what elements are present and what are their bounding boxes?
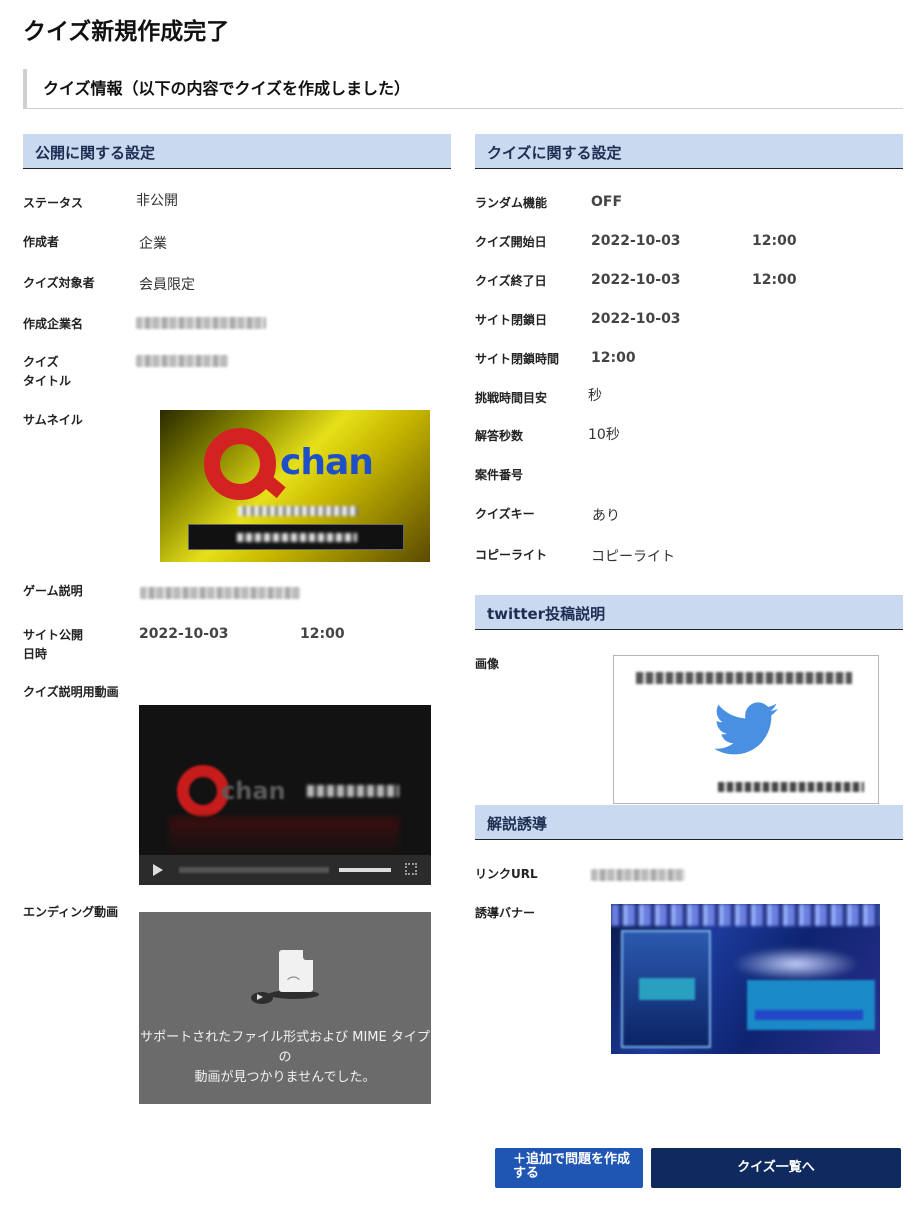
banner-app-panel — [621, 930, 711, 1048]
start-time: 12:00 — [752, 233, 797, 249]
quiz-list-button[interactable]: クイズ一覧へ — [651, 1148, 901, 1188]
random-value: OFF — [591, 194, 623, 210]
volume-slider[interactable] — [339, 868, 391, 872]
thumbnail-label: サムネイル — [23, 413, 83, 427]
ending-video-player[interactable]: ︵ サポートされたファイル形式および MIME タイプの 動画が見つかりませんで… — [139, 912, 431, 1104]
video-error-line1: サポートされたファイル形式および MIME タイプの — [140, 1030, 430, 1065]
creator-value: 企業 — [139, 236, 167, 252]
publish-label-line2: 日時 — [23, 647, 48, 661]
close-date-label: サイト閉鎖日 — [475, 313, 548, 327]
answer-seconds-value: 10秒 — [588, 427, 620, 443]
banner-glow — [721, 944, 871, 984]
quiz-title-value-redacted — [136, 355, 228, 367]
sad-face-icon: ︵ — [287, 968, 301, 983]
challenge-time-label: 挑戦時間目安 — [475, 391, 548, 405]
video-controls — [139, 855, 431, 885]
twitter-image-caption — [718, 782, 864, 792]
end-time: 12:00 — [752, 272, 797, 288]
quiz-key-label: クイズキー — [475, 507, 535, 521]
fullscreen-icon[interactable] — [405, 863, 417, 875]
twitter-bird-icon — [714, 702, 778, 755]
creator-label: 作成者 — [23, 235, 60, 249]
company-value-redacted — [136, 317, 266, 329]
start-label: クイズ開始日 — [475, 235, 547, 249]
start-date: 2022-10-03 — [591, 233, 681, 249]
section-header-twitter: twitter投稿説明 — [475, 595, 903, 630]
play-disc-icon — [251, 992, 273, 1004]
thumbnail-logo-text: chan — [280, 442, 374, 483]
banner-title-band — [611, 904, 880, 926]
video-title-text — [307, 785, 399, 797]
copyright-label: コピーライト — [475, 548, 548, 562]
guide-banner-image[interactable] — [611, 904, 880, 1054]
twitter-image-label: 画像 — [475, 657, 500, 671]
copyright-value: コピーライト — [591, 549, 675, 565]
page-title: クイズ新規作成完了 — [23, 19, 230, 45]
close-time-label: サイト閉鎖時間 — [475, 352, 560, 366]
video-error-message: サポートされたファイル形式および MIME タイプの 動画が見つかりませんでした… — [139, 1028, 431, 1088]
explain-video-label: クイズ説明用動画 — [23, 685, 119, 699]
ending-video-label: エンディング動画 — [23, 905, 119, 919]
video-seek-bar[interactable] — [179, 867, 329, 873]
status-value: 非公開 — [136, 193, 178, 209]
section-header-quiz: クイズに関する設定 — [475, 134, 903, 169]
explain-video-player[interactable]: chan — [139, 705, 431, 885]
thumbnail-image: chan — [160, 410, 430, 562]
company-label: 作成企業名 — [23, 317, 84, 331]
publish-label: サイト公開 日時 — [23, 626, 83, 664]
link-url-label: リンクURL — [475, 867, 538, 881]
twitter-share-image — [613, 655, 879, 804]
video-logo-text: chan — [221, 777, 286, 805]
close-time-value: 12:00 — [591, 350, 636, 366]
twitter-image-headline — [636, 672, 852, 684]
banner-label: 誘導バナー — [475, 906, 536, 920]
quiz-title-label: クイズ タイトル — [23, 353, 71, 391]
quiz-key-value: あり — [592, 508, 620, 524]
add-questions-button[interactable]: ＋追加で問題を作成する — [495, 1148, 643, 1188]
end-date: 2022-10-03 — [591, 272, 681, 288]
close-date-value: 2022-10-03 — [591, 311, 681, 327]
audience-label: クイズ対象者 — [23, 276, 95, 290]
audience-value: 会員限定 — [139, 277, 195, 293]
play-icon[interactable] — [153, 864, 163, 876]
game-desc-label: ゲーム説明 — [23, 584, 83, 598]
info-heading: クイズ情報（以下の内容でクイズを作成しました） — [43, 79, 411, 98]
quiz-title-label-line1: クイズ — [23, 355, 59, 369]
challenge-time-value: 秒 — [588, 388, 602, 404]
publish-time: 12:00 — [300, 626, 345, 642]
banner-cta — [747, 980, 875, 1030]
status-label: ステータス — [23, 196, 84, 210]
answer-seconds-label: 解答秒数 — [475, 429, 524, 443]
video-error-line2: 動画が見つかりませんでした。 — [194, 1070, 376, 1085]
section-header-guide: 解説誘導 — [475, 805, 903, 840]
case-number-label: 案件番号 — [475, 468, 524, 482]
end-label: クイズ終了日 — [475, 274, 547, 288]
link-url-value-redacted[interactable] — [591, 869, 685, 881]
quiz-title-label-line2: タイトル — [23, 374, 72, 388]
publish-label-line1: サイト公開 — [23, 628, 84, 642]
game-desc-value-redacted — [140, 587, 300, 599]
thumbnail-start-bar — [188, 524, 404, 550]
random-label: ランダム機能 — [475, 196, 548, 210]
publish-date: 2022-10-03 — [139, 626, 229, 642]
video-reflection — [169, 817, 399, 857]
broken-file-icon: ︵ — [279, 950, 313, 992]
thumbnail-subtitle — [238, 506, 358, 516]
section-header-public: 公開に関する設定 — [23, 134, 451, 169]
info-heading-bar: クイズ情報（以下の内容でクイズを作成しました） — [23, 69, 903, 109]
